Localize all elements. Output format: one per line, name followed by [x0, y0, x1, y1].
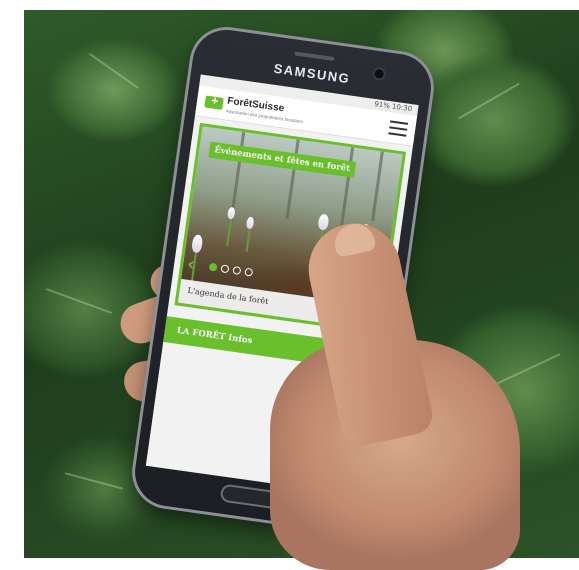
carousel-dot[interactable] — [220, 264, 230, 274]
phone-speaker — [294, 51, 335, 61]
hamburger-menu-icon[interactable] — [388, 120, 409, 137]
carousel-dot[interactable] — [232, 265, 242, 276]
hero-title[interactable]: Événements et fêtes en forêt — [208, 141, 356, 178]
carousel-prev-icon[interactable]: ‹ — [186, 254, 196, 276]
carousel-dots — [208, 262, 254, 277]
forest-logo-icon — [204, 95, 224, 110]
carousel-dot[interactable] — [244, 267, 254, 277]
carousel-dot[interactable] — [208, 262, 218, 272]
agenda-link[interactable]: L'agenda de la forêt — [187, 286, 269, 306]
